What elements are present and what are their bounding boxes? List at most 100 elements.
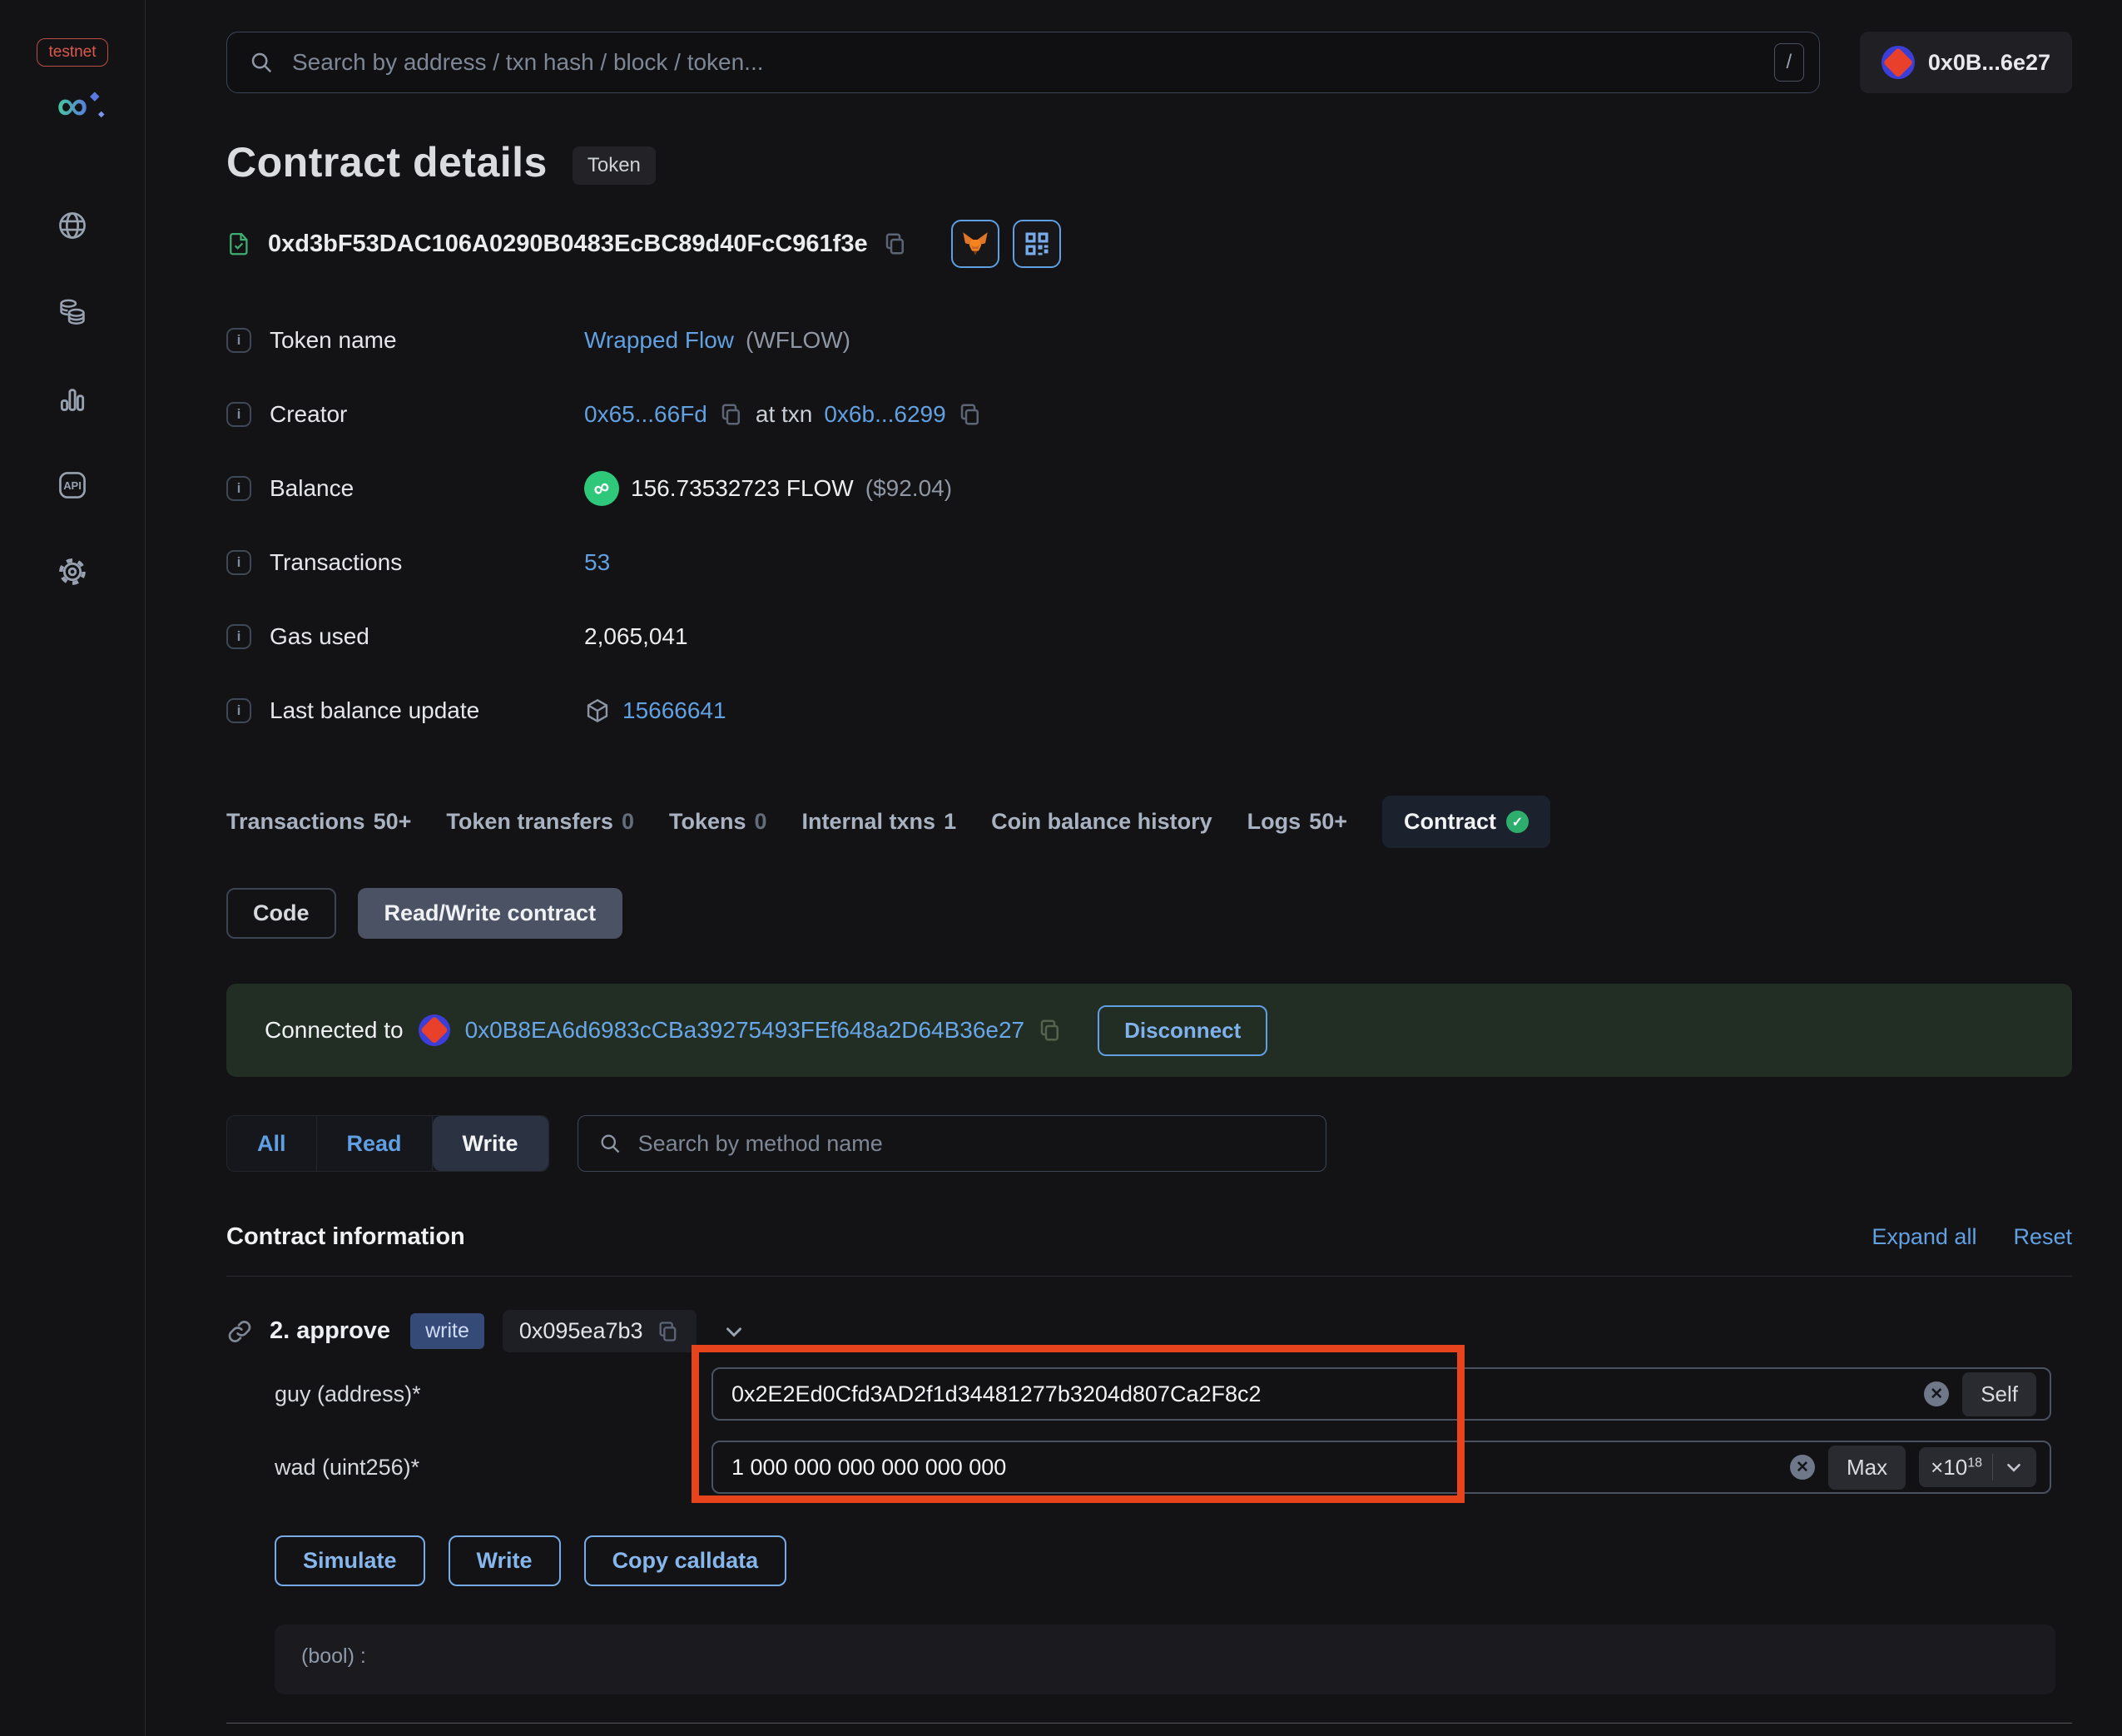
disconnect-button[interactable]: Disconnect — [1098, 1004, 1268, 1056]
contract-address-row: 0xd3bF53DAC106A0290B0483EcBC89d40FcC961f… — [226, 220, 2072, 268]
copy-icon — [1040, 1019, 1059, 1041]
multiplier-dropdown[interactable]: ×1018 — [1919, 1447, 2036, 1487]
tab-tokens[interactable]: Tokens 0 — [669, 809, 767, 835]
info-row-last-balance-update: i Last balance update 15666641 — [226, 673, 2072, 747]
token-symbol: (WFLOW) — [746, 326, 850, 353]
divider — [226, 1276, 2072, 1277]
search-icon — [601, 1134, 619, 1153]
page-title: Contract details — [226, 139, 548, 186]
clear-guy-icon[interactable]: ✕ — [1924, 1381, 1950, 1406]
flow-token-icon: ∞ — [584, 470, 619, 506]
write-button[interactable]: Write — [448, 1535, 561, 1586]
write-badge: write — [410, 1313, 484, 1349]
qr-code-button[interactable] — [1012, 220, 1061, 268]
copy-creator-button[interactable] — [719, 402, 744, 427]
info-icon: i — [226, 623, 251, 649]
sidebar-nav: API — [57, 210, 88, 588]
sidebar-item-tokens[interactable] — [57, 296, 88, 328]
form-row-wad: wad (uint256)* ✕ Max ×1018 — [275, 1441, 2072, 1494]
creator-address-link[interactable]: 0x65...66Fd — [584, 401, 707, 428]
max-button[interactable]: Max — [1827, 1445, 1906, 1490]
simulate-button[interactable]: Simulate — [275, 1535, 425, 1586]
expand-all-link[interactable]: Expand all — [1872, 1224, 1976, 1250]
reset-link[interactable]: Reset — [2013, 1224, 2072, 1250]
info-icon: i — [226, 401, 251, 427]
token-name-link[interactable]: Wrapped Flow — [584, 327, 734, 354]
self-button[interactable]: Self — [1962, 1371, 2036, 1416]
heading-row: Contract details Token — [226, 138, 2072, 186]
connected-address-link[interactable]: 0x0B8EA6d6983cCBa39275493FEf648a2D64B36e… — [465, 1017, 1025, 1044]
tab-token-transfers[interactable]: Token transfers 0 — [446, 809, 634, 835]
copy-address-button[interactable] — [883, 231, 908, 256]
page: testnet ∞ ◆ ◆ API Search by address / tx… — [0, 0, 2122, 1736]
filter-write[interactable]: Write — [432, 1116, 548, 1171]
copy-selector-button[interactable] — [657, 1320, 680, 1343]
sidebar-item-blockchain[interactable] — [57, 210, 88, 241]
bar-chart-icon — [60, 389, 85, 411]
contract-information-title: Contract information — [226, 1223, 465, 1250]
balance-usd: ($92.04) — [865, 474, 953, 501]
subtab-read-write-contract[interactable]: Read/Write contract — [357, 888, 623, 939]
verified-contract-icon — [230, 233, 248, 255]
network-badge: testnet — [37, 38, 108, 67]
balance-amount: 156.73532723 FLOW — [631, 474, 854, 501]
info-row-gas-used: i Gas used 2,065,041 — [226, 599, 2072, 673]
guy-address-input[interactable] — [730, 1380, 1911, 1408]
method-search-input[interactable] — [636, 1129, 1306, 1158]
tab-logs[interactable]: Logs 50+ — [1247, 809, 1347, 835]
clear-wad-icon[interactable]: ✕ — [1789, 1455, 1815, 1480]
tab-internal-txns[interactable]: Internal txns 1 — [802, 809, 957, 835]
sidebar-item-settings[interactable] — [57, 556, 88, 588]
copy-txn-button[interactable] — [958, 402, 983, 427]
tab-contract[interactable]: Contract ✓ — [1381, 796, 1550, 848]
copy-icon — [885, 233, 904, 255]
copy-calldata-button[interactable]: Copy calldata — [583, 1535, 787, 1586]
filter-all[interactable]: All — [227, 1116, 317, 1171]
connected-banner: Connected to 0x0B8EA6d6983cCBa39275493FE… — [226, 984, 2072, 1077]
divider — [226, 1723, 2072, 1724]
metamask-fox-icon — [962, 232, 988, 255]
collapse-method-button[interactable] — [721, 1319, 746, 1344]
filter-read[interactable]: Read — [317, 1116, 433, 1171]
globe-icon — [59, 212, 86, 239]
method-filter-row: All Read Write — [226, 1115, 2072, 1172]
wallet-button[interactable]: 0x0B...6e27 — [1859, 32, 2072, 93]
method-search[interactable] — [577, 1115, 1326, 1172]
gas-used-value: 2,065,041 — [584, 622, 688, 649]
method-approve-row: 2. approve write 0x095ea7b3 — [226, 1310, 2072, 1352]
add-to-metamask-button[interactable] — [950, 220, 999, 268]
method-actions: Simulate Write Copy calldata — [226, 1535, 2072, 1586]
global-search[interactable]: / — [226, 32, 1820, 93]
contract-info-grid: i Token name Wrapped Flow (WFLOW) i Crea… — [226, 303, 2072, 747]
svg-text:API: API — [63, 479, 82, 492]
method-output-panel: (bool) : — [275, 1624, 2055, 1694]
creation-txn-link[interactable]: 0x6b...6299 — [824, 401, 945, 428]
method-selector-chip: 0x095ea7b3 — [502, 1310, 697, 1352]
tab-coin-balance-history[interactable]: Coin balance history — [991, 809, 1212, 835]
logo-diamond-small-icon: ◆ — [97, 110, 105, 119]
token-type-badge: Token — [572, 146, 656, 185]
last-balance-block-link[interactable]: 15666641 — [622, 697, 726, 724]
api-icon: API — [59, 472, 86, 498]
subtab-code[interactable]: Code — [226, 888, 336, 939]
wallet-address: 0x0B...6e27 — [1927, 49, 2050, 75]
method-filter-segmented: All Read Write — [226, 1115, 549, 1172]
guy-field-label: guy (address)* — [275, 1381, 421, 1406]
search-input[interactable] — [290, 48, 1758, 77]
tab-transactions[interactable]: Transactions 50+ — [226, 809, 411, 835]
app-logo[interactable]: ∞ ◆ ◆ — [57, 82, 104, 130]
info-icon: i — [226, 327, 251, 353]
wallet-avatar — [1881, 46, 1915, 79]
link-icon — [228, 1320, 251, 1342]
multiplier-base: ×1018 — [1931, 1454, 1982, 1480]
transactions-count-link[interactable]: 53 — [584, 549, 610, 576]
wad-amount-input[interactable] — [730, 1453, 1777, 1481]
sidebar-item-charts[interactable] — [57, 383, 88, 414]
method-form: guy (address)* ✕ Self wad (uint256)* ✕ M… — [226, 1345, 2072, 1503]
contract-address: 0xd3bF53DAC106A0290B0483EcBC89d40FcC961f… — [268, 230, 868, 257]
logo-diamond-icon: ◆ — [89, 89, 100, 103]
info-row-creator: i Creator 0x65...66Fd at txn 0x6b...6299 — [226, 377, 2072, 451]
sidebar-item-api[interactable]: API — [57, 469, 88, 501]
form-row-guy: guy (address)* ✕ Self — [275, 1367, 2072, 1421]
copy-connected-address-button[interactable] — [1038, 1018, 1063, 1043]
